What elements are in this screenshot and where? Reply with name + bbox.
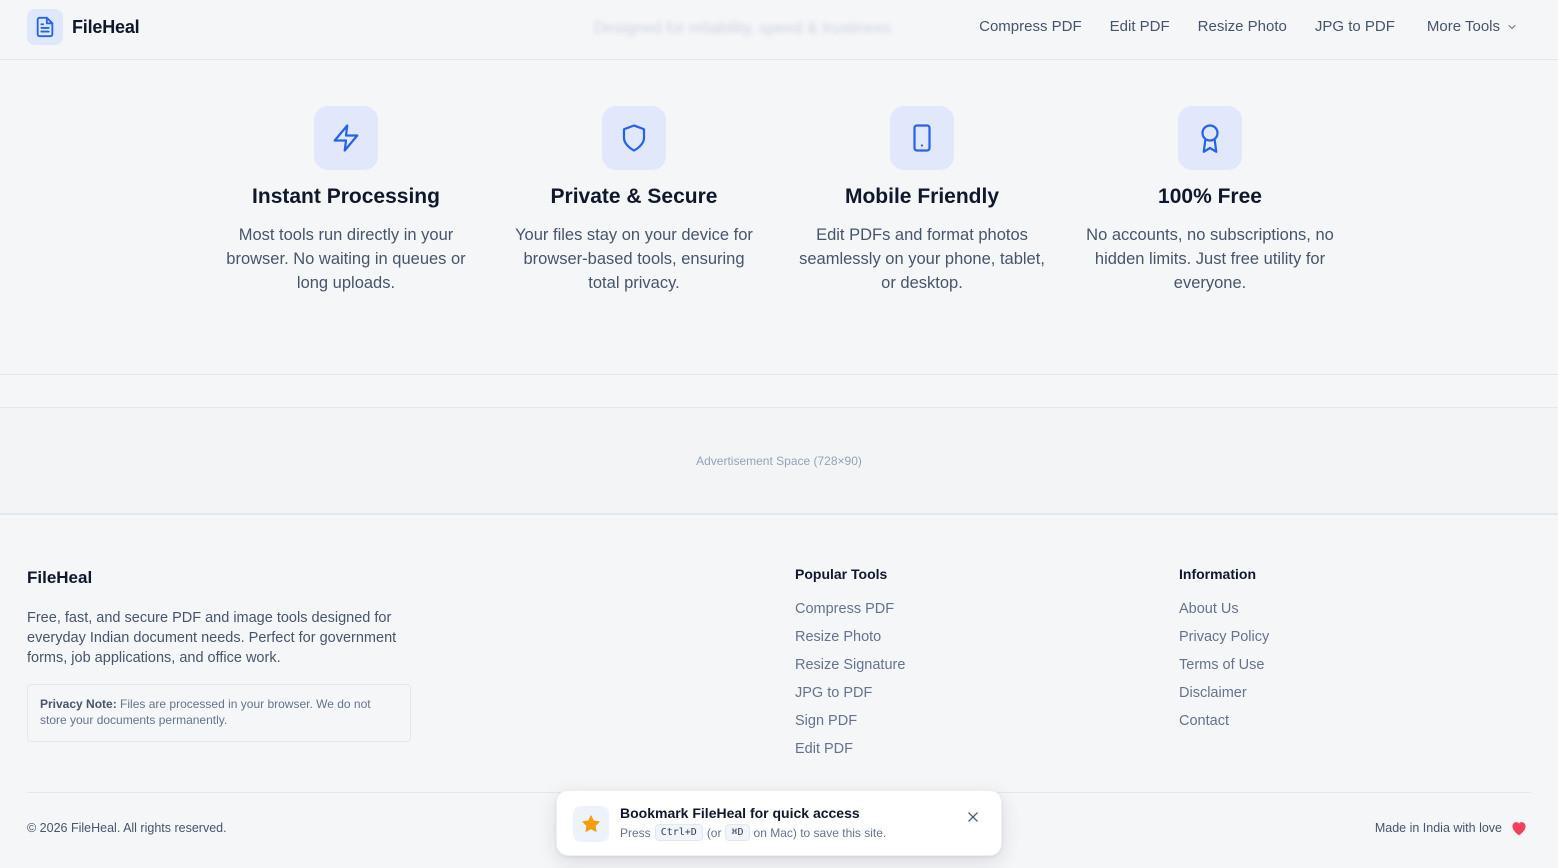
feature-card: Private & Secure Your files stay on your… <box>490 106 778 295</box>
feature-description: Your files stay on your device for brows… <box>515 226 753 292</box>
bookmark-toast: Bookmark FileHeal for quick access Press… <box>556 790 1002 856</box>
header-background-text: Designed for reliability, speed & trusti… <box>594 20 891 37</box>
footer-link-resize-signature[interactable]: Resize Signature <box>795 655 905 683</box>
star-icon <box>573 806 609 842</box>
feature-title: 100% Free <box>1158 185 1262 208</box>
feature-title: Instant Processing <box>252 185 440 208</box>
logo[interactable]: FileHeal <box>27 9 140 45</box>
nav-jpg-to-pdf[interactable]: JPG to PDF <box>1315 18 1395 35</box>
footer-link-privacy-policy[interactable]: Privacy Policy <box>1179 627 1269 655</box>
heart-icon <box>1512 822 1526 836</box>
features-section: Instant Processing Most tools run direct… <box>202 106 1354 295</box>
footer-link-jpg-to-pdf[interactable]: JPG to PDF <box>795 683 905 711</box>
nav-compress-pdf[interactable]: Compress PDF <box>979 18 1082 35</box>
popular-tools-column: Popular Tools Compress PDF Resize Photo … <box>795 566 905 767</box>
feature-title: Private & Secure <box>550 185 718 208</box>
copyright: © 2026 FileHeal. All rights reserved. <box>27 821 227 835</box>
advertisement-label: Advertisement Space (728×90) <box>696 453 862 468</box>
toast-subtitle: Press Ctrl+D (or ⌘D on Mac) to save this… <box>620 824 886 841</box>
footer-link-disclaimer[interactable]: Disclaimer <box>1179 683 1269 711</box>
document-icon <box>27 9 63 45</box>
toast-or: (or <box>706 825 722 840</box>
made-in-india: Made in India with love <box>1375 820 1528 836</box>
information-heading: Information <box>1179 566 1256 582</box>
footer-link-edit-pdf[interactable]: Edit PDF <box>795 739 905 767</box>
chevron-down-icon <box>1508 24 1516 29</box>
made-in-text: Made in India with love <box>1374 821 1502 835</box>
footer-link-contact[interactable]: Contact <box>1179 711 1269 739</box>
feature-description: Edit PDFs and format photos seamlessly o… <box>799 226 1045 292</box>
more-tools-label: More Tools <box>1426 18 1500 35</box>
privacy-note: Privacy Note: Files are processed in you… <box>27 684 411 742</box>
phone-icon <box>890 106 954 170</box>
feature-description: No accounts, no subscriptions, no hidden… <box>1086 226 1334 292</box>
top-header: FileHeal Designed for reliability, speed… <box>0 0 1558 60</box>
feature-card: 100% Free No accounts, no subscriptions,… <box>1066 106 1354 295</box>
footer-description: Free, fast, and secure PDF and image too… <box>27 610 397 666</box>
footer-link-terms-of-use[interactable]: Terms of Use <box>1179 655 1269 683</box>
advertisement-space: Advertisement Space (728×90) <box>0 407 1558 515</box>
nav-edit-pdf[interactable]: Edit PDF <box>1110 18 1170 35</box>
feature-card: Mobile Friendly Edit PDFs and format pho… <box>778 106 1066 295</box>
footer-link-sign-pdf[interactable]: Sign PDF <box>795 711 905 739</box>
information-column: Information About Us Privacy Policy Term… <box>1179 566 1269 739</box>
privacy-note-label: Privacy Note: <box>40 697 117 711</box>
lightning-icon <box>314 106 378 170</box>
section-divider <box>0 374 1558 375</box>
footer-link-compress-pdf[interactable]: Compress PDF <box>795 599 905 627</box>
shield-icon <box>602 106 666 170</box>
popular-tools-heading: Popular Tools <box>795 566 888 582</box>
shortcut-ctrl-d: Ctrl+D <box>654 824 703 841</box>
close-icon[interactable] <box>965 809 981 825</box>
feature-card: Instant Processing Most tools run direct… <box>202 106 490 295</box>
nav-resize-photo[interactable]: Resize Photo <box>1198 18 1287 35</box>
toast-title: Bookmark FileHeal for quick access <box>620 805 860 821</box>
logo-text: FileHeal <box>72 16 140 37</box>
footer-link-resize-photo[interactable]: Resize Photo <box>795 627 905 655</box>
feature-title: Mobile Friendly <box>844 185 999 208</box>
toast-press: Press <box>620 825 651 840</box>
award-icon <box>1178 106 1242 170</box>
footer-link-about-us[interactable]: About Us <box>1179 599 1269 627</box>
footer-brand: FileHeal <box>27 568 93 587</box>
toast-suffix: on Mac) to save this site. <box>753 825 887 840</box>
more-tools-dropdown[interactable]: More Tools <box>1427 18 1518 35</box>
feature-description: Most tools run directly in your browser.… <box>226 226 466 292</box>
shortcut-cmd-d: ⌘D <box>725 824 750 841</box>
main-nav: Compress PDF Edit PDF Resize Photo JPG t… <box>951 18 1518 35</box>
